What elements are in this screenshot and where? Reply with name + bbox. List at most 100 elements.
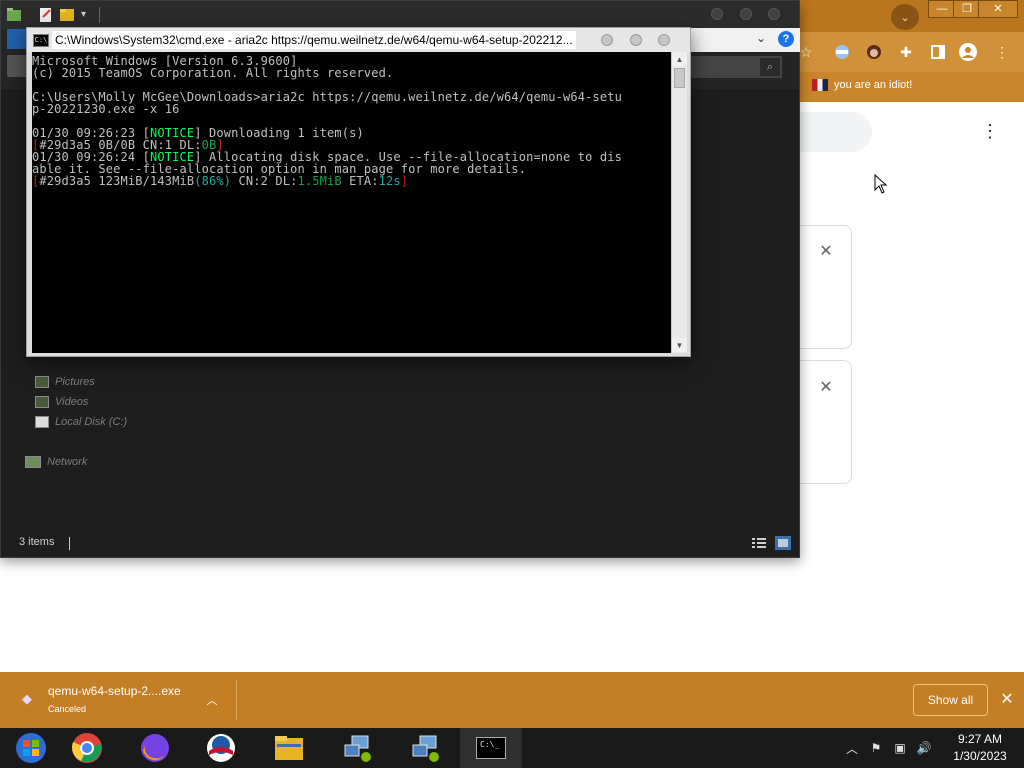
show-all-button[interactable]: Show all <box>913 684 988 716</box>
network-tray-icon[interactable]: ▣ <box>892 740 908 756</box>
taskbar-network-setup-2[interactable] <box>394 728 456 768</box>
action-center-flag-icon[interactable]: ⚑ <box>868 740 884 756</box>
volume-icon[interactable]: 🔊 <box>916 740 932 756</box>
profile-avatar-icon[interactable] <box>958 42 978 62</box>
download-file-icon: ◆ <box>22 691 32 706</box>
large-icons-view-icon[interactable] <box>775 536 791 550</box>
scroll-up-icon[interactable]: ▲ <box>672 52 687 66</box>
sidebar-item-label: Local Disk (C:) <box>55 416 128 428</box>
new-folder-icon[interactable] <box>59 7 75 23</box>
drive-icon <box>35 416 49 428</box>
taskbar-firefox[interactable] <box>124 728 186 768</box>
sidebar-item-pictures[interactable]: Pictures <box>35 373 95 391</box>
explorer-maximize-button[interactable] <box>740 8 752 20</box>
cmd-taskbar-icon: C:\_ <box>476 737 506 759</box>
clock-date[interactable]: 1/30/2023 <box>942 749 1018 763</box>
download-filename[interactable]: qemu-w64-setup-2....exe <box>48 684 181 698</box>
shelf-divider <box>236 680 237 720</box>
taskbar-obama-logo[interactable] <box>190 728 252 768</box>
taskbar-cmd[interactable]: C:\_ <box>460 728 522 768</box>
cmd-window: C:\ C:\Windows\System32\cmd.exe - aria2c… <box>26 27 691 357</box>
console-line: p-20221230.exe -x 16 <box>32 102 180 116</box>
card-close-icon[interactable]: ✕ <box>818 379 834 396</box>
chrome-menu-icon[interactable]: ⋮ <box>992 42 1012 62</box>
clock-time[interactable]: 9:27 AM <box>942 732 1018 746</box>
uk-flag-icon <box>812 79 828 91</box>
card-close-icon[interactable]: ✕ <box>818 243 834 260</box>
properties-icon[interactable] <box>38 7 54 23</box>
chrome-minimize-button[interactable]: — <box>928 0 956 18</box>
explorer-app-icon <box>7 8 21 21</box>
network-icon <box>25 456 41 468</box>
sidebar-item-label: Videos <box>55 396 89 408</box>
cmd-maximize-button[interactable] <box>630 34 642 46</box>
campaign-logo-icon <box>207 734 235 762</box>
console-line: (c) 2015 TeamOS Corporation. All rights … <box>32 66 394 80</box>
console-text: #29d3a5 123MiB/143MiB <box>39 174 195 188</box>
account-circle-icon <box>959 43 977 61</box>
details-view-icon[interactable] <box>751 536 767 550</box>
sidebar-item-videos[interactable]: Videos <box>35 393 88 411</box>
console-scrollbar[interactable]: ▲ ▼ <box>671 52 687 353</box>
puzzle-icon[interactable]: ✚ <box>896 42 916 62</box>
qat-separator <box>99 7 100 23</box>
cmd-minimize-button[interactable] <box>601 34 613 46</box>
chrome-icon <box>72 733 102 763</box>
bookmark-label: you are an idiot! <box>834 79 913 91</box>
mouse-cursor-icon <box>874 174 888 194</box>
qat-dropdown-icon[interactable]: ▾ <box>81 9 86 20</box>
cmd-window-title: C:\Windows\System32\cmd.exe - aria2c htt… <box>52 31 576 49</box>
chrome-tab-search-icon[interactable]: ⌄ <box>891 4 919 30</box>
download-options-chevron-icon[interactable]: ︿ <box>204 692 220 708</box>
download-speed: 1.5MiB <box>297 174 342 188</box>
console-output[interactable]: Microsoft Windows [Version 6.3.9600] (c)… <box>32 52 671 353</box>
cmd-close-button[interactable] <box>658 34 670 46</box>
sidebar-item-network[interactable]: Network <box>25 453 87 471</box>
taskbar-network-setup[interactable] <box>326 728 388 768</box>
console-text: CN:2 DL: <box>231 174 298 188</box>
scroll-down-icon[interactable]: ▼ <box>672 338 687 352</box>
start-button[interactable] <box>0 728 62 768</box>
explorer-close-button[interactable] <box>768 8 780 20</box>
extension-badge-icon <box>835 45 849 59</box>
download-shelf <box>0 672 1024 728</box>
avatar-face-icon <box>867 45 881 59</box>
address-dropdown-icon[interactable]: ⌄ <box>756 31 766 45</box>
cmd-app-icon: C:\ <box>33 34 49 47</box>
progress-bracket: ] <box>400 174 409 188</box>
explorer-titlebar[interactable] <box>1 1 799 29</box>
pictures-folder-icon <box>35 376 49 388</box>
network-setup-icon <box>344 735 371 762</box>
chrome-close-button[interactable]: ✕ <box>978 0 1018 18</box>
sidebar-item-local-disk[interactable]: Local Disk (C:) <box>35 413 127 431</box>
side-panel-icon[interactable] <box>928 42 948 62</box>
scroll-thumb[interactable] <box>674 68 685 88</box>
progress-percent: (86%) <box>194 174 232 188</box>
chrome-page-search-bar[interactable] <box>800 112 872 152</box>
start-orb-icon <box>16 733 46 763</box>
bookmark-item[interactable]: you are an idiot! <box>812 76 912 94</box>
eta-value: 12s <box>378 174 401 188</box>
explorer-minimize-button[interactable] <box>711 8 723 20</box>
console-text: ETA: <box>341 174 379 188</box>
sidebar-item-label: Pictures <box>55 376 95 388</box>
folder-icon <box>275 736 303 760</box>
side-panel-glyph-icon <box>931 45 945 59</box>
firefox-icon <box>141 734 169 762</box>
sidebar-item-label: Network <box>47 456 88 468</box>
help-icon[interactable]: ? <box>778 31 794 47</box>
page-more-icon[interactable]: ⋮ <box>980 120 1000 142</box>
taskbar-file-explorer[interactable] <box>258 728 320 768</box>
taskbar-chrome[interactable] <box>56 728 118 768</box>
show-hidden-icons-icon[interactable]: ︿ <box>844 740 860 756</box>
search-icon[interactable]: ⌕ <box>760 58 780 76</box>
item-count: 3 items <box>19 536 55 548</box>
extension-icon[interactable] <box>832 42 852 62</box>
videos-folder-icon <box>35 396 49 408</box>
chrome-restore-button[interactable]: ❐ <box>953 0 981 18</box>
profile-extension-icon[interactable] <box>864 42 884 62</box>
console-line: [#29d3a5 123MiB/143MiB(86%) CN:2 DL:1.5M… <box>32 175 408 187</box>
download-status: Canceled <box>48 704 87 714</box>
shelf-close-icon[interactable]: ✕ <box>998 690 1016 708</box>
network-setup-icon <box>412 735 439 762</box>
